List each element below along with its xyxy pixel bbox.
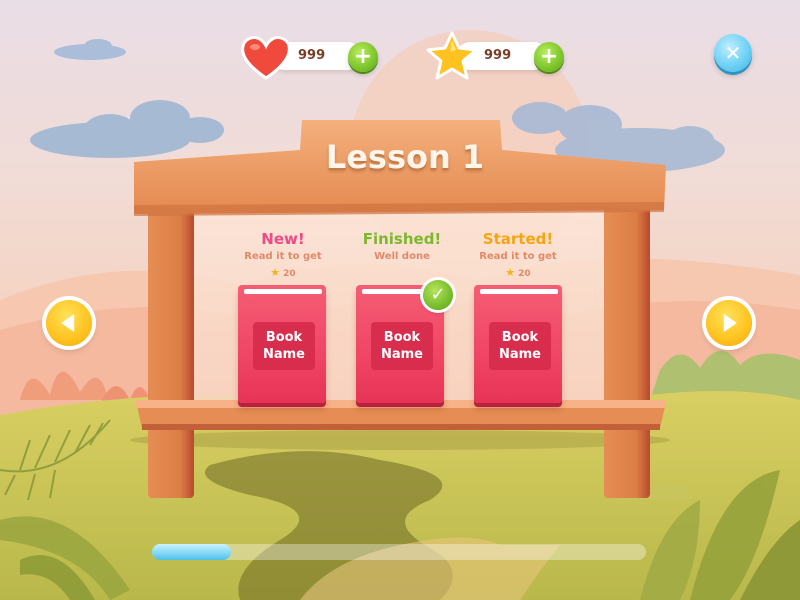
lives-value: 999: [298, 48, 326, 63]
star-icon: [426, 31, 478, 80]
book-name-line: Name: [498, 347, 541, 362]
close-icon: ✕: [724, 41, 742, 65]
book-card[interactable]: Book Name: [474, 285, 562, 403]
book-name-line: Book: [383, 330, 421, 345]
arrow-right-icon: [723, 314, 737, 332]
book-card[interactable]: Book Name: [238, 285, 326, 403]
book-status-label: Finished!: [362, 230, 442, 248]
cloud: [30, 100, 224, 158]
book-name-line: Book: [265, 330, 303, 345]
book-pages: [244, 289, 322, 294]
lesson-progress-bar[interactable]: [152, 544, 646, 560]
reward-value: 20: [283, 269, 296, 279]
plus-icon: +: [539, 44, 559, 69]
cloud: [54, 39, 126, 60]
book-subtitle: Read it to get: [244, 251, 322, 262]
book-subtitle: Well done: [374, 251, 430, 262]
book-name-line: Book: [501, 330, 539, 345]
lesson-title: Lesson 1: [325, 138, 485, 176]
star-icon: ★: [505, 266, 516, 279]
star-icon: ★: [270, 266, 281, 279]
add-stars-button[interactable]: +: [534, 42, 564, 72]
close-button[interactable]: ✕: [714, 34, 752, 72]
reward-value: 20: [518, 269, 531, 279]
book-reward: ★ 20: [458, 266, 578, 279]
book-name-line: Name: [262, 347, 305, 362]
plus-icon: +: [353, 44, 373, 69]
book-reward: ★ 20: [223, 266, 343, 279]
board-post-left: [148, 198, 194, 498]
progress-fill: [152, 544, 232, 560]
arrow-left-icon: [61, 314, 75, 332]
book-name-label: Book Name: [371, 322, 433, 370]
completed-check-icon: ✓: [423, 280, 453, 310]
stars-value: 999: [484, 48, 512, 63]
book-name-label: Book Name: [489, 322, 551, 370]
previous-lesson-button[interactable]: [46, 300, 92, 346]
book-pages: [480, 289, 558, 294]
add-lives-button[interactable]: +: [348, 42, 378, 72]
book-name-label: Book Name: [253, 322, 315, 370]
board-post-right: [604, 198, 650, 498]
next-lesson-button[interactable]: [706, 300, 752, 346]
game-scene: 999 + 999 + ✕ Lesson 1 New! Read it to g…: [0, 0, 800, 600]
book-status-label: Started!: [482, 230, 554, 248]
book-status-label: New!: [261, 230, 305, 248]
book-name-line: Name: [380, 347, 423, 362]
heart-icon: [241, 36, 291, 80]
book-subtitle: Read it to get: [479, 251, 557, 262]
